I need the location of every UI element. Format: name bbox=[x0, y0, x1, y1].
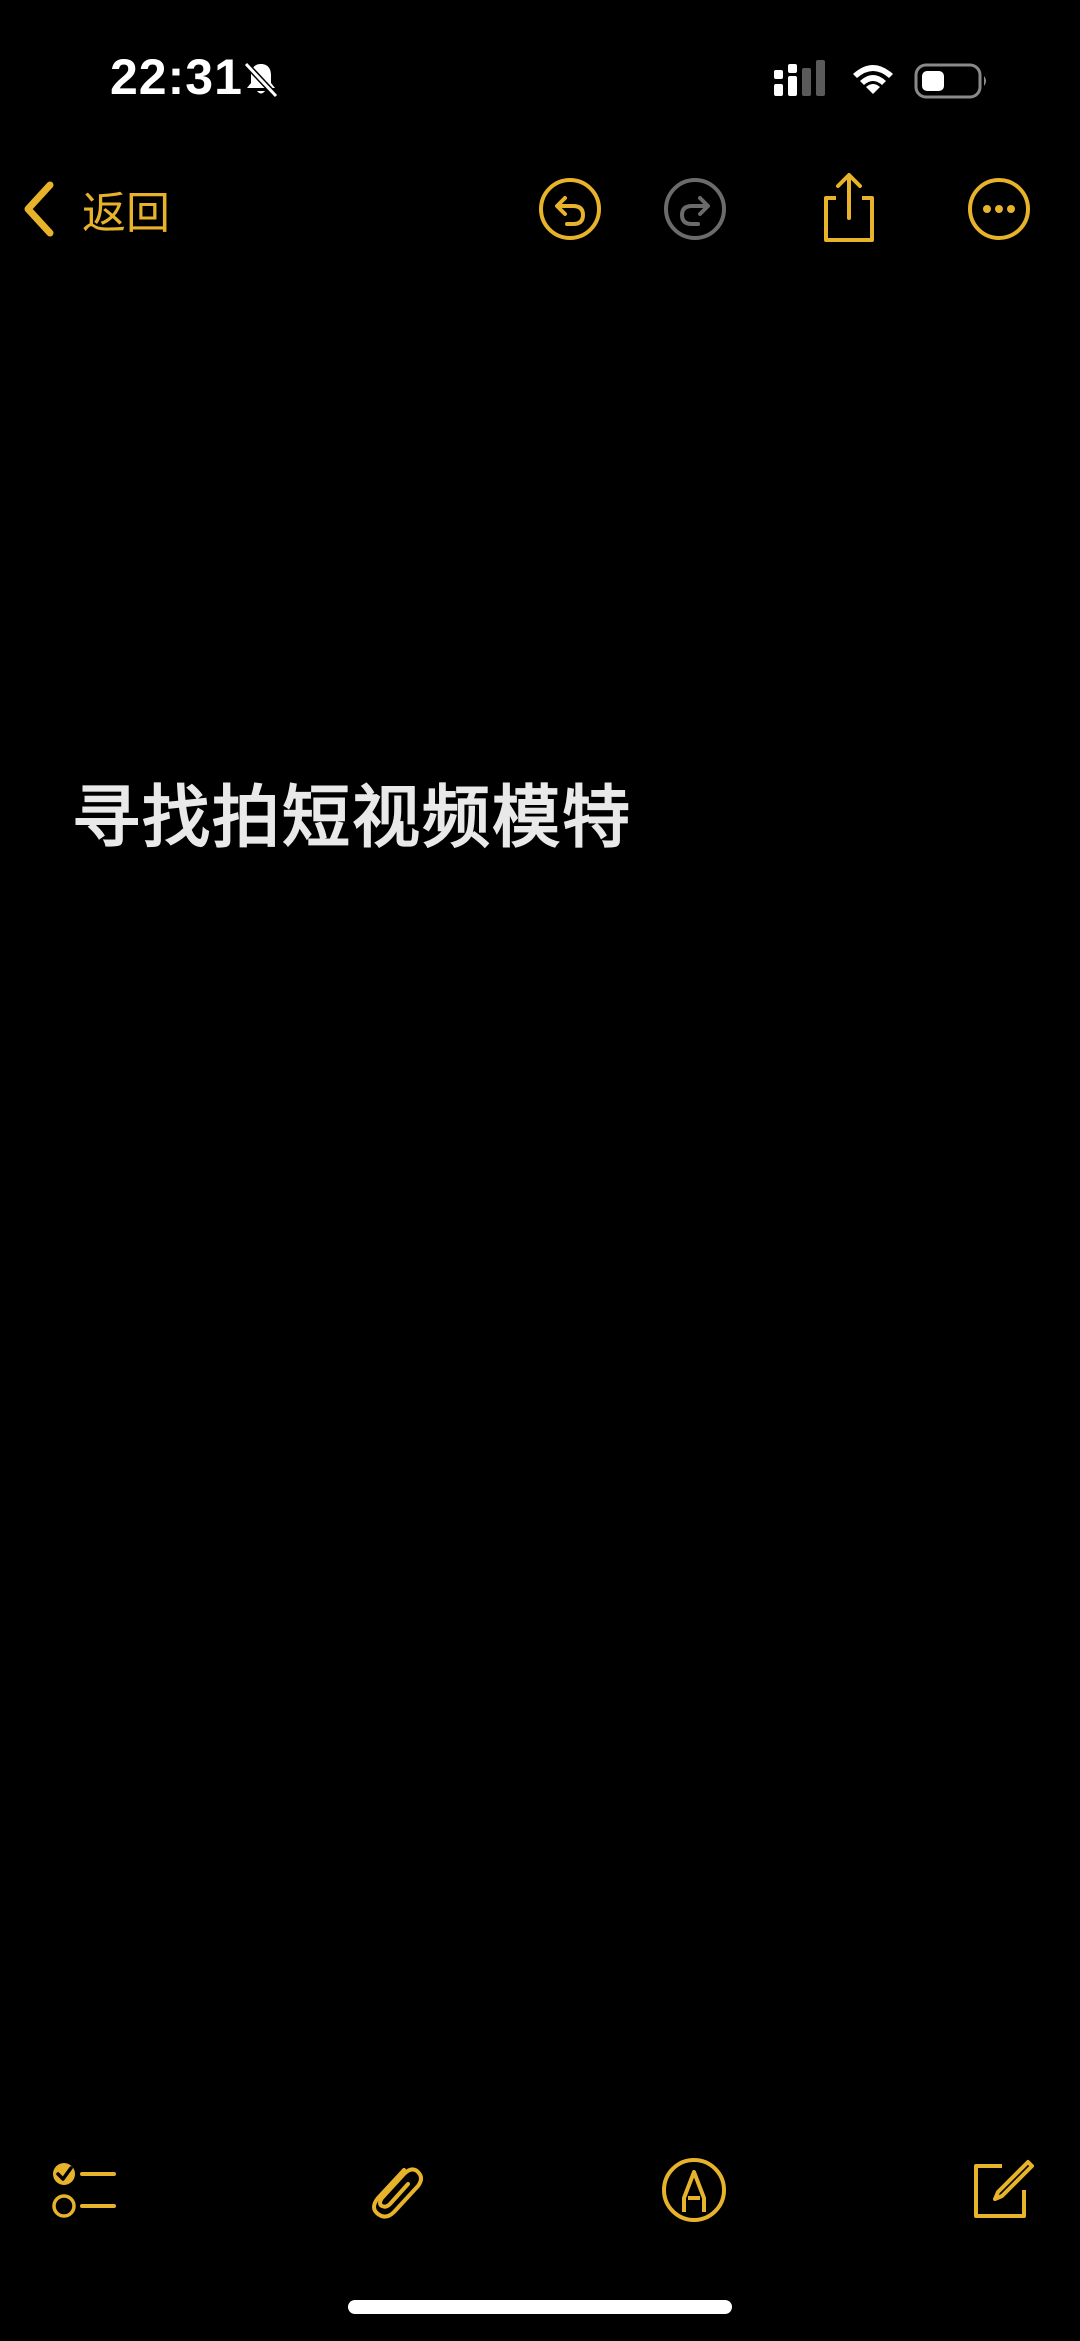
compose-icon[interactable] bbox=[964, 2154, 1036, 2226]
undo-icon[interactable] bbox=[537, 176, 603, 242]
back-label: 返回 bbox=[82, 188, 170, 239]
status-bar: 22:31 bbox=[0, 0, 1080, 150]
wifi-icon bbox=[853, 65, 893, 94]
share-icon[interactable] bbox=[816, 170, 882, 246]
nav-bar: 返回 bbox=[0, 160, 1080, 260]
bell-slash-icon bbox=[243, 61, 279, 99]
redo-icon[interactable] bbox=[662, 176, 728, 242]
home-indicator[interactable] bbox=[348, 2300, 732, 2314]
back-button[interactable]: 返回 bbox=[20, 174, 170, 244]
markup-pen-icon[interactable] bbox=[658, 2154, 730, 2226]
paperclip-icon[interactable] bbox=[358, 2154, 430, 2226]
checklist-icon[interactable] bbox=[48, 2154, 120, 2226]
battery-icon bbox=[914, 63, 986, 99]
status-time: 22:31 bbox=[110, 49, 243, 105]
bottom-toolbar bbox=[0, 2140, 1080, 2240]
more-icon[interactable] bbox=[966, 176, 1032, 242]
chevron-left-icon bbox=[24, 181, 54, 237]
cellular-signal-icon bbox=[774, 60, 825, 96]
note-title[interactable]: 寻找拍短视频模特 bbox=[72, 762, 632, 861]
